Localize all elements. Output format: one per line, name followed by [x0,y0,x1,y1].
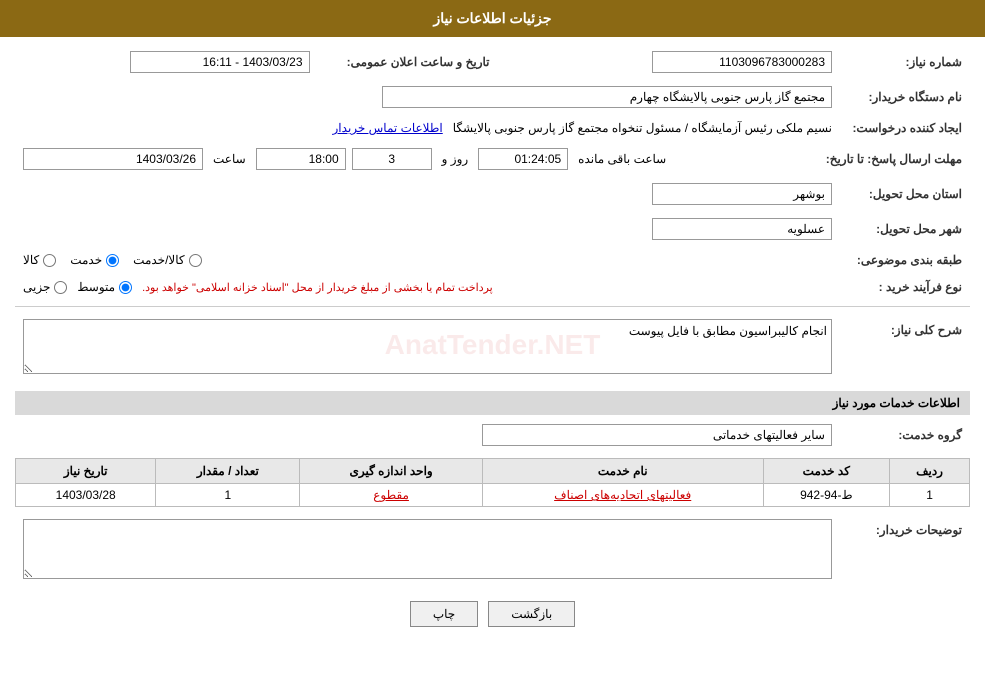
province-label: استان محل تحویل: [840,179,970,209]
send-time-label: ساعت [213,152,246,166]
category-kala-radio[interactable] [43,254,56,267]
category-kala-khedmat: کالا/خدمت [133,253,201,267]
cell-unit: مقطوع [300,484,483,507]
info-row-5: استان محل تحویل: بوشهر [15,179,970,209]
category-kala-label: کالا [23,253,39,267]
buyer-desc-row: توضیحات خریدار: [15,515,970,586]
category-kala-khedmat-label: کالا/خدمت [133,253,184,267]
category-khedmat-radio[interactable] [106,254,119,267]
process-label: نوع فرآیند خرید : [840,276,970,298]
send-day-label: روز و [442,152,469,166]
service-group-label: گروه خدمت: [840,420,970,450]
service-group-value: سایر فعالیتهای خدماتی [15,420,840,450]
description-textarea[interactable]: انجام کالیبراسیون مطابق با فایل پیوست [23,319,832,374]
description-label: شرح کلی نیاز: [840,315,970,381]
process-mota-label: متوسط [77,280,115,294]
cell-code: ط-94-942 [763,484,890,507]
cell-qty: 1 [156,484,300,507]
process-jazii-radio[interactable] [54,281,67,294]
process-jazii-label: جزیی [23,280,50,294]
info-row-8: نوع فرآیند خرید : جزیی متوسط [15,276,970,298]
table-row: 1 ط-94-942 فعالیتهای اتحادیه‌های اصناف م… [16,484,970,507]
service-group-row: گروه خدمت: سایر فعالیتهای خدماتی [15,420,970,450]
category-radio-group: کالا خدمت کالا/خدمت [23,253,832,267]
col-qty: تعداد / مقدار [156,459,300,484]
page-header: جزئیات اطلاعات نیاز [0,0,985,37]
description-row: شرح کلی نیاز: انجام کالیبراسیون مطابق با… [15,315,970,381]
process-mota: متوسط [77,280,132,294]
send-date-label: مهلت ارسال پاسخ: تا تاریخ: [818,144,970,174]
info-row-2: نام دستگاه خریدار: مجتمع گاز پارس جنوبی … [15,82,970,112]
announcement-date-label: تاریخ و ساعت اعلان عمومی: [318,47,498,77]
col-code: کد خدمت [763,459,890,484]
send-date-time: 18:00 [256,148,346,170]
col-unit: واحد اندازه گیری [300,459,483,484]
process-mota-radio[interactable] [119,281,132,294]
category-label: طبقه بندی موضوعی: [840,249,970,271]
send-date-remain: 01:24:05 [478,148,568,170]
process-row: جزیی متوسط پرداخت تمام یا بخشی از مبلغ خ… [23,280,832,294]
creator-text: نسیم ملکی رئیس آزمایشگاه / مسئول تنخواه … [453,121,832,135]
back-button[interactable]: بازگشت [488,601,575,627]
category-khedmat: خدمت [70,253,119,267]
buyer-org-value: مجتمع گاز پارس جنوبی پالایشگاه چهارم [15,82,840,112]
category-kala: کالا [23,253,56,267]
announcement-date-value: 1403/03/23 - 16:11 [15,47,318,77]
send-date-date: 1403/03/26 [23,148,203,170]
city-box: عسلویه [652,218,832,240]
cell-name[interactable]: فعالیتهای اتحادیه‌های اصناف [482,484,763,507]
info-row-7: طبقه بندی موضوعی: کالا خدمت کالا/خدمت [15,249,970,271]
services-table-body: 1 ط-94-942 فعالیتهای اتحادیه‌های اصناف م… [16,484,970,507]
city-value: عسلویه [15,214,840,244]
need-number-label: شماره نیاز: [840,47,970,77]
need-number-box: 1103096783000283 [652,51,832,73]
province-box: بوشهر [652,183,832,205]
services-table: ردیف کد خدمت نام خدمت واحد اندازه گیری ت… [15,458,970,507]
services-table-head: ردیف کد خدمت نام خدمت واحد اندازه گیری ت… [16,459,970,484]
info-row-6: شهر محل تحویل: عسلویه [15,214,970,244]
service-group-box: سایر فعالیتهای خدماتی [482,424,832,446]
cell-date: 1403/03/28 [16,484,156,507]
info-row-3: ایجاد کننده درخواست: نسیم ملکی رئیس آزما… [15,117,970,139]
category-kala-khedmat-radio[interactable] [189,254,202,267]
page-title: جزئیات اطلاعات نیاز [433,10,551,26]
info-row-4: مهلت ارسال پاسخ: تا تاریخ: 1403/03/26 سا… [15,144,970,174]
services-section-title: اطلاعات خدمات مورد نیاز [15,391,970,415]
creator-link[interactable]: اطلاعات تماس خریدار [333,121,443,135]
col-name: نام خدمت [482,459,763,484]
buyer-org-label: نام دستگاه خریدار: [840,82,970,112]
process-radio-group: جزیی متوسط [23,280,132,294]
creator-label: ایجاد کننده درخواست: [840,117,970,139]
col-row: ردیف [890,459,970,484]
process-jazii: جزیی [23,280,67,294]
process-options: جزیی متوسط پرداخت تمام یا بخشی از مبلغ خ… [15,276,840,298]
buyer-desc-textarea[interactable] [23,519,832,579]
announcement-date-box: 1403/03/23 - 16:11 [130,51,310,73]
send-date-day: 3 [352,148,432,170]
creator-value: نسیم ملکی رئیس آزمایشگاه / مسئول تنخواه … [15,117,840,139]
process-note: پرداخت تمام یا بخشی از مبلغ خریدار از مح… [142,281,493,294]
buyer-desc-value [15,515,840,586]
description-value: انجام کالیبراسیون مطابق با فایل پیوست [15,315,840,381]
city-label: شهر محل تحویل: [840,214,970,244]
col-date: تاریخ نیاز [16,459,156,484]
print-button[interactable]: چاپ [410,601,478,627]
divider-1 [15,306,970,307]
buyer-desc-label: توضیحات خریدار: [840,515,970,586]
page-wrapper: جزئیات اطلاعات نیاز AnatTender.NET شماره… [0,0,985,691]
category-khedmat-label: خدمت [70,253,102,267]
button-row: بازگشت چاپ [15,601,970,627]
buyer-org-box: مجتمع گاز پارس جنوبی پالایشگاه چهارم [382,86,832,108]
cell-row: 1 [890,484,970,507]
info-row-1: شماره نیاز: 1103096783000283 تاریخ و ساع… [15,47,970,77]
category-options: کالا خدمت کالا/خدمت [15,249,840,271]
main-content: AnatTender.NET شماره نیاز: 1103096783000… [0,37,985,652]
send-date-values: 1403/03/26 ساعت 18:00 3 روز و 01:24:05 س… [15,144,818,174]
province-value: بوشهر [15,179,840,209]
need-number-value: 1103096783000283 [538,47,841,77]
send-remain-label: ساعت باقی مانده [578,152,666,166]
